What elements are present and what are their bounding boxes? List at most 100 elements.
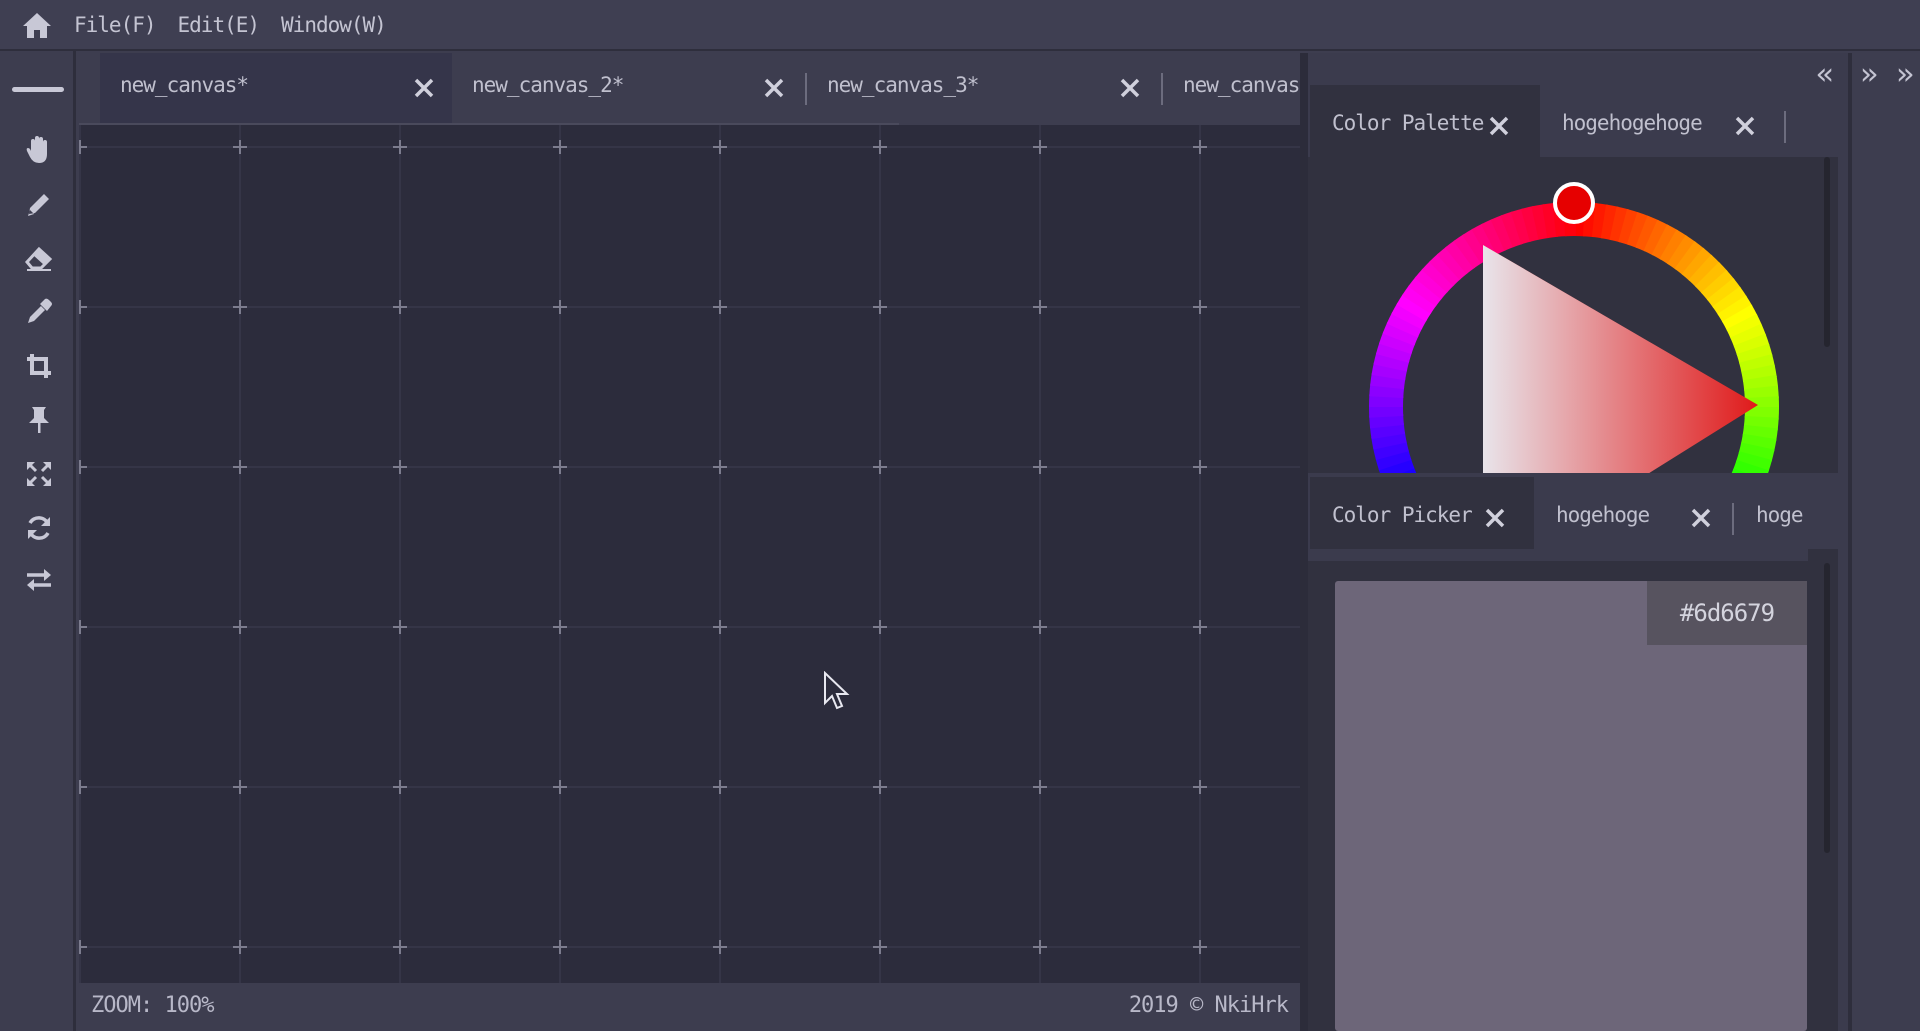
app-window: File(F) Edit(E) Window(W) new_canvas* ne… <box>0 0 1920 1031</box>
palette-panel-tabs: Color Palette hogehogehoge <box>1308 85 1848 159</box>
tab-label: new_canvas <box>1183 73 1300 97</box>
hand-icon[interactable] <box>20 131 58 169</box>
grid-marker <box>1033 780 1047 794</box>
right-dock: Color Palette hogehogehoge Color Picker … <box>1308 53 1848 1031</box>
tab-hogehoge[interactable]: hogehoge <box>1534 477 1730 551</box>
drawing-canvas[interactable] <box>79 125 1300 983</box>
tab-hogehogehoge[interactable]: hogehogehoge <box>1540 85 1780 159</box>
close-icon[interactable] <box>1488 115 1510 137</box>
tab-new-canvas-3[interactable]: new_canvas_3* <box>807 53 1161 125</box>
grid-marker <box>553 460 567 474</box>
grid-marker <box>713 940 727 954</box>
chevron-left-icon[interactable]: « <box>1816 57 1834 92</box>
grid-marker <box>233 300 247 314</box>
hue-selector-handle[interactable] <box>1553 182 1595 224</box>
canvas-tabbar: new_canvas* new_canvas_2* new_canvas_3* … <box>79 53 1300 125</box>
grid-marker <box>393 140 407 154</box>
grid-marker <box>713 460 727 474</box>
close-icon[interactable] <box>413 77 435 99</box>
chevron-right-icon[interactable]: » <box>1860 57 1878 92</box>
menu-window[interactable]: Window(W) <box>281 13 387 37</box>
tool-sidebar <box>0 51 76 1031</box>
grid-marker <box>233 780 247 794</box>
grid-marker <box>79 940 87 954</box>
color-wheel[interactable] <box>1308 157 1838 473</box>
pin-icon[interactable] <box>20 401 58 439</box>
grid-marker <box>1033 620 1047 634</box>
color-palette-panel <box>1308 157 1838 473</box>
tab-label: hogehoge <box>1556 503 1650 527</box>
grid-marker <box>713 780 727 794</box>
color-swatch[interactable]: #6d6679 <box>1335 581 1807 1031</box>
grid-marker <box>553 140 567 154</box>
tab-color-palette[interactable]: Color Palette <box>1310 85 1540 159</box>
grid-marker <box>713 140 727 154</box>
copyright-text: 2019 © NkiHrk <box>1128 993 1289 1018</box>
tab-label: hogehogehoge <box>1562 111 1703 135</box>
grid-marker <box>553 300 567 314</box>
tab-new-canvas[interactable]: new_canvas* <box>100 53 452 125</box>
grid-marker <box>1033 460 1047 474</box>
rotate-icon[interactable] <box>20 509 58 547</box>
crop-icon[interactable] <box>20 347 58 385</box>
grid-marker <box>1193 460 1207 474</box>
grid-marker <box>873 140 887 154</box>
dock-splitter[interactable] <box>1300 53 1308 1031</box>
grid-marker <box>1033 300 1047 314</box>
expand-icon[interactable] <box>20 455 58 493</box>
grid-marker <box>1033 140 1047 154</box>
pencil-icon[interactable] <box>20 185 58 223</box>
tab-label: Color Picker <box>1332 503 1473 527</box>
tab-new-canvas-2[interactable]: new_canvas_2* <box>452 53 803 125</box>
grid-marker <box>233 940 247 954</box>
grid-marker <box>1193 300 1207 314</box>
grid-marker <box>79 140 87 154</box>
grid-marker <box>79 780 87 794</box>
tab-new-canvas-4[interactable]: new_canvas <box>1163 53 1300 125</box>
close-icon[interactable] <box>1119 77 1141 99</box>
grid-marker <box>553 940 567 954</box>
grid-marker <box>393 620 407 634</box>
grid-marker <box>79 460 87 474</box>
tab-separator <box>1784 111 1786 143</box>
grid-marker <box>873 460 887 474</box>
grid-marker <box>873 940 887 954</box>
scrollbar[interactable] <box>1824 157 1830 347</box>
menu-file[interactable]: File(F) <box>74 13 157 37</box>
grid-marker <box>1193 140 1207 154</box>
menubar: File(F) Edit(E) Window(W) <box>0 0 1920 51</box>
scrollbar[interactable] <box>1824 563 1830 853</box>
mouse-cursor-icon <box>824 671 850 710</box>
grid-marker <box>713 300 727 314</box>
grid-marker <box>393 460 407 474</box>
close-icon[interactable] <box>1690 507 1712 529</box>
grid-marker <box>79 620 87 634</box>
grid-marker <box>713 620 727 634</box>
grid-marker <box>1033 940 1047 954</box>
grid-marker <box>553 620 567 634</box>
eyedropper-icon[interactable] <box>20 293 58 331</box>
home-icon[interactable] <box>0 0 74 50</box>
close-icon[interactable] <box>1484 507 1506 529</box>
color-picker-panel: #6d6679 <box>1308 549 1838 1031</box>
tab-label: new_canvas_3* <box>827 73 979 97</box>
grid-marker <box>1193 780 1207 794</box>
grid-marker <box>873 620 887 634</box>
zoom-level: ZOOM: 100% <box>91 993 214 1018</box>
swap-icon[interactable] <box>20 561 58 599</box>
grid-marker <box>233 620 247 634</box>
tab-color-picker[interactable]: Color Picker <box>1310 477 1534 551</box>
close-icon[interactable] <box>1734 115 1756 137</box>
close-icon[interactable] <box>763 77 785 99</box>
hex-value-label[interactable]: #6d6679 <box>1647 581 1807 645</box>
grid-marker <box>233 140 247 154</box>
grid-marker <box>393 300 407 314</box>
grid-marker <box>393 940 407 954</box>
grid-marker <box>873 300 887 314</box>
tab-hoge[interactable]: hoge <box>1734 477 1844 551</box>
toolbar-drag-handle[interactable] <box>12 87 64 92</box>
chevron-right-icon[interactable]: » <box>1896 57 1914 92</box>
eraser-icon[interactable] <box>20 239 58 277</box>
menu-edit[interactable]: Edit(E) <box>178 13 261 37</box>
tab-label: Color Palette <box>1332 111 1484 135</box>
